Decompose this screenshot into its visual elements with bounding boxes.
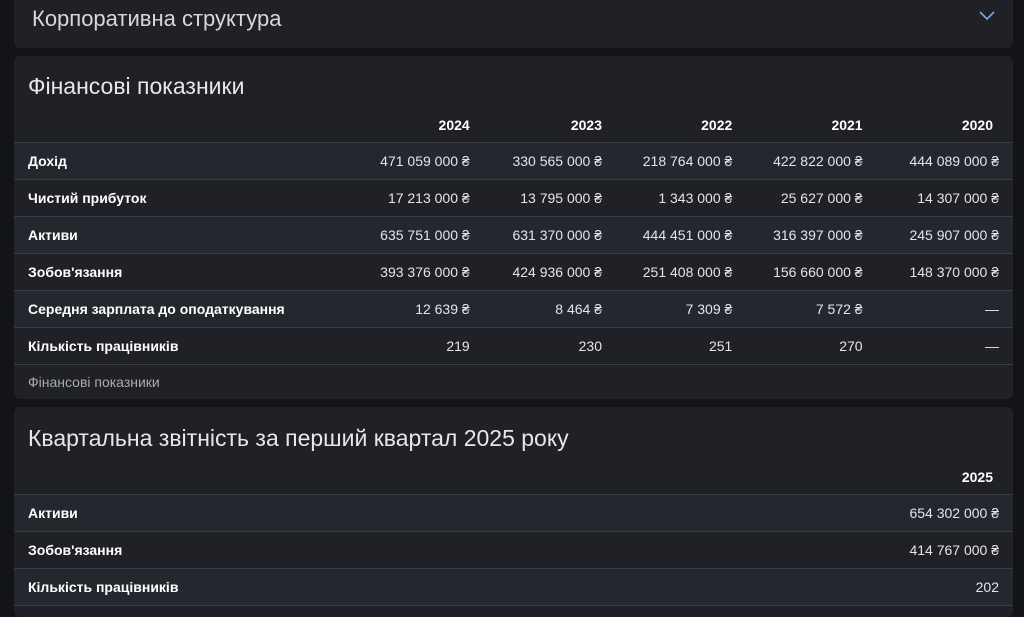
financial-indicators-section: Фінансові показники 2024 2023 2022 2021 … <box>14 56 1013 399</box>
table-cell: 7 572 ₴ <box>815 301 863 317</box>
table-header-row: 2025 <box>14 459 1013 495</box>
table-cell: 7 309 ₴ <box>685 301 733 317</box>
table-cell: 635 751 000 ₴ <box>380 227 470 243</box>
table-cell: 245 907 000 ₴ <box>909 227 999 243</box>
table-cell: 424 936 000 ₴ <box>512 264 602 280</box>
header-year: 2022 <box>701 117 733 133</box>
header-empty <box>14 459 813 495</box>
table-cell: 270 <box>839 338 863 354</box>
table-row: Кількість працівників 219 230 251 270 — <box>14 328 1013 365</box>
header-year: 2020 <box>961 117 993 133</box>
table-cell: 25 627 000 ₴ <box>780 190 863 206</box>
header-year: 2024 <box>438 117 470 133</box>
table-row: Зобов'язання 414 767 000 ₴ <box>14 532 1013 569</box>
row-label: Активи <box>28 227 78 243</box>
corporate-structure-title[interactable]: Корпоративна структура <box>32 6 281 32</box>
quarterly-report-section: Квартальна звітність за перший квартал 2… <box>14 407 1013 617</box>
table-cell: 218 764 000 ₴ <box>642 153 733 169</box>
table-cell: 414 767 000 ₴ <box>909 542 999 558</box>
header-year: 2021 <box>831 117 863 133</box>
row-label: Кількість працівників <box>28 579 179 595</box>
row-label: Дохід <box>28 153 67 169</box>
corporate-structure-section[interactable]: Корпоративна структура <box>14 0 1013 48</box>
table-cell: 156 660 000 ₴ <box>773 264 863 280</box>
table-cell: 330 565 000 ₴ <box>512 153 602 169</box>
table-row: Дохід 471 059 000 ₴ 330 565 000 ₴ 218 76… <box>14 142 1013 180</box>
table-cell: 444 451 000 ₴ <box>642 227 733 243</box>
header-year: 2023 <box>570 117 602 133</box>
table-cell: 471 059 000 ₴ <box>380 153 470 169</box>
table-row: Активи 654 302 000 ₴ <box>14 494 1013 532</box>
table-cell: 8 464 ₴ <box>555 301 602 317</box>
header-empty <box>14 108 307 143</box>
row-label: Середня зарплата до оподаткування <box>28 301 285 317</box>
row-label: Зобов'язання <box>28 542 123 558</box>
table-cell: 230 <box>578 338 602 354</box>
table-cell: 14 307 000 ₴ <box>917 190 999 206</box>
quarterly-report-title: Квартальна звітність за перший квартал 2… <box>28 425 569 451</box>
table-row: Середня зарплата до оподаткування 12 639… <box>14 290 1013 328</box>
table-cell: 316 397 000 ₴ <box>773 227 863 243</box>
row-label: Зобов'язання <box>28 264 123 280</box>
table-cell: 219 <box>446 338 470 354</box>
table-cell: 654 302 000 ₴ <box>909 505 999 521</box>
table-cell: 251 408 000 ₴ <box>642 264 733 280</box>
table-cell: 422 822 000 ₴ <box>773 153 863 169</box>
table-caption: Фінансові показники <box>28 374 160 390</box>
table-cell: 148 370 000 ₴ <box>909 264 999 280</box>
table-cell: 202 <box>975 579 999 595</box>
financial-table: 2024 2023 2022 2021 2020 Дохід 471 059 0… <box>14 108 1013 365</box>
table-row: Кількість працівників 202 <box>14 568 1013 606</box>
table-row: Чистий прибуток 17 213 000 ₴ 13 795 000 … <box>14 180 1013 217</box>
row-label: Активи <box>28 505 78 521</box>
quarterly-table: 2025 Активи 654 302 000 ₴ Зобов'язання 4… <box>14 459 1013 606</box>
table-cell: 444 089 000 ₴ <box>909 153 999 169</box>
table-cell: 631 370 000 ₴ <box>512 227 602 243</box>
table-cell: — <box>985 301 999 317</box>
financial-indicators-title: Фінансові показники <box>28 73 245 99</box>
table-cell: 251 <box>708 338 733 354</box>
header-year: 2025 <box>961 468 993 485</box>
table-row: Зобов'язання 393 376 000 ₴ 424 936 000 ₴… <box>14 254 1013 291</box>
table-row: Активи 635 751 000 ₴ 631 370 000 ₴ 444 4… <box>14 216 1013 254</box>
row-label: Кількість працівників <box>28 338 179 354</box>
row-label: Чистий прибуток <box>28 190 147 206</box>
table-cell: 13 795 000 ₴ <box>520 190 602 206</box>
table-cell: 17 213 000 ₴ <box>387 190 470 206</box>
table-cell: 12 639 ₴ <box>415 301 470 317</box>
table-cell: — <box>985 338 999 354</box>
table-header-row: 2024 2023 2022 2021 2020 <box>14 108 1013 143</box>
table-cell: 393 376 000 ₴ <box>380 264 470 280</box>
table-cell: 1 343 000 ₴ <box>658 190 733 206</box>
chevron-down-icon[interactable] <box>979 8 995 26</box>
